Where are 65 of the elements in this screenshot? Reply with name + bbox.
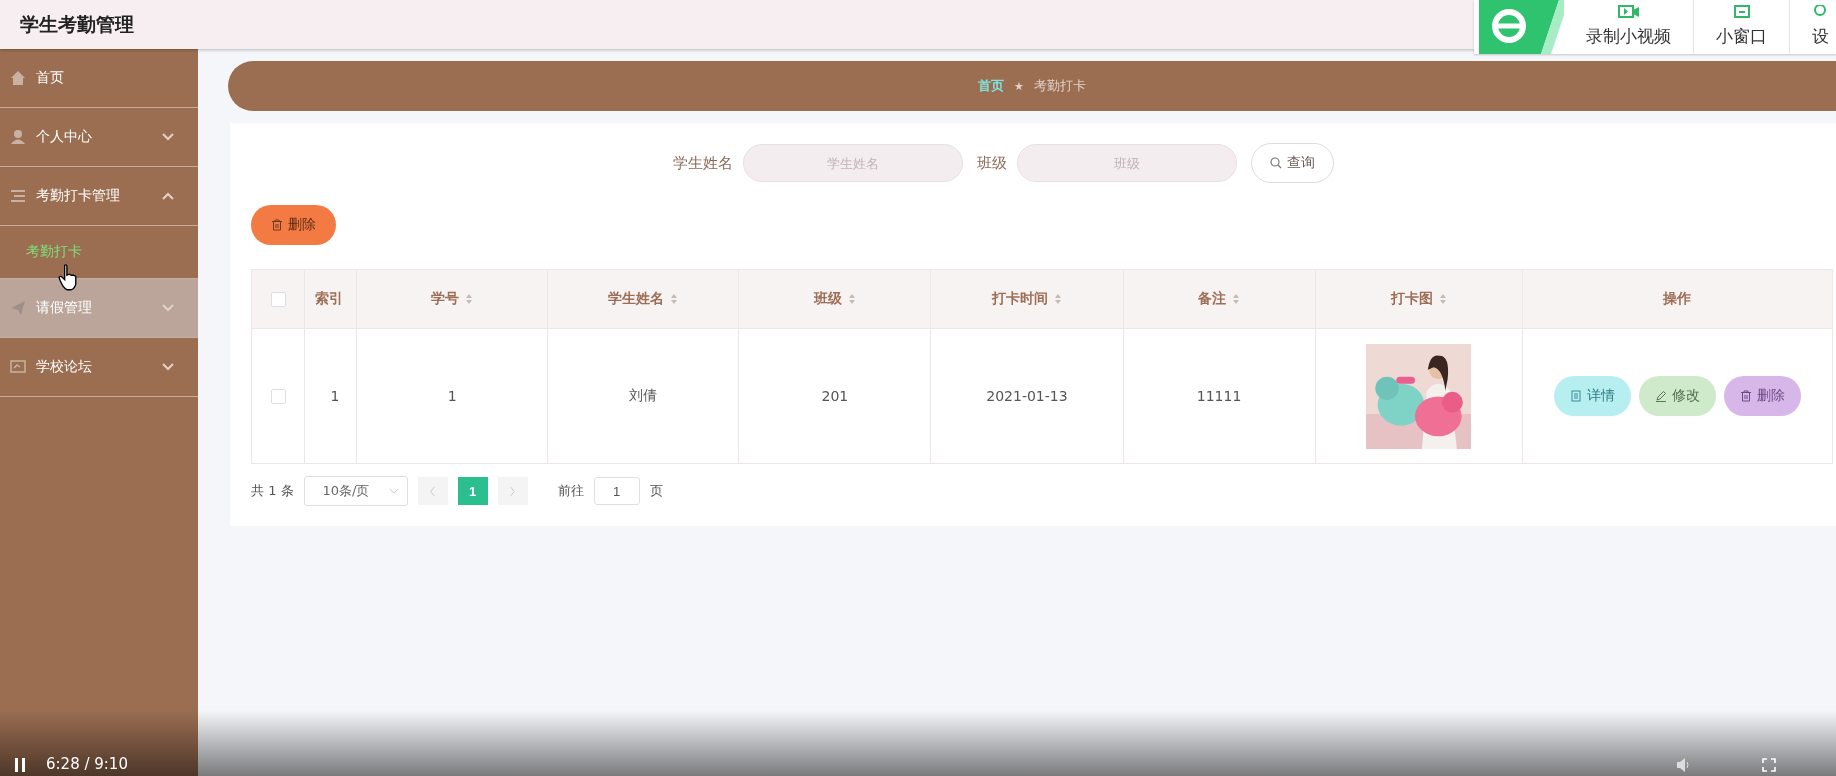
search-icon — [1270, 157, 1282, 169]
document-icon — [1569, 390, 1582, 402]
total-count: 共 1 条 — [251, 482, 294, 500]
home-icon — [10, 70, 26, 86]
column-header[interactable]: 学号 — [356, 269, 548, 329]
sort-icon — [1438, 293, 1447, 305]
menu-item[interactable]: 首页 — [0, 49, 198, 108]
user-icon — [10, 129, 26, 145]
paper-plane-icon — [10, 300, 26, 316]
column-header[interactable]: 索引 — [304, 269, 357, 329]
table-cell: 1 — [356, 328, 548, 464]
table-cell: 刘倩 — [547, 328, 739, 464]
column-header[interactable]: 打卡时间 — [930, 269, 1123, 329]
select-all-checkbox[interactable] — [270, 292, 286, 308]
list-icon — [10, 188, 26, 204]
video-camera-icon — [1616, 5, 1641, 19]
goto-label: 前往 — [557, 482, 584, 500]
chevron-down-icon — [388, 487, 399, 495]
search-field[interactable]: 班级 — [1017, 144, 1237, 182]
video-time: 6:28 / 9:10 — [46, 756, 128, 772]
column-header[interactable]: 班级 — [738, 269, 931, 329]
field-label: 学生姓名 — [673, 153, 733, 173]
chevron-left-icon — [429, 485, 437, 497]
menu-item[interactable]: 考勤打卡管理 — [0, 167, 198, 226]
edit-button[interactable]: 修改 — [1638, 376, 1716, 416]
menu-item[interactable]: 个人中心 — [0, 108, 198, 167]
trash-icon — [271, 219, 283, 231]
speaker-icon[interactable] — [1676, 758, 1692, 772]
field-label: 班级 — [977, 153, 1007, 173]
delete-button[interactable]: 删除 — [1723, 376, 1801, 416]
app-title: 学生考勤管理 — [20, 11, 134, 37]
breadcrumb-separator: ★ — [1014, 79, 1024, 93]
pause-icon[interactable] — [14, 758, 26, 772]
sort-icon — [1232, 293, 1241, 305]
sort-icon — [465, 293, 474, 305]
column-header[interactable]: 学生姓名 — [547, 269, 739, 329]
toolbar-button[interactable]: 录制小视频 — [1564, 0, 1694, 54]
page-size-select[interactable]: 10条/页 — [303, 476, 408, 506]
page-suffix: 页 — [649, 482, 663, 500]
column-header[interactable]: 备注 — [1123, 269, 1316, 329]
breadcrumb-link[interactable]: 考勤打卡 — [1033, 77, 1086, 95]
column-header[interactable]: 打卡图 — [1315, 269, 1523, 329]
table-cell: 11111 — [1123, 328, 1316, 464]
toolbar-button[interactable]: 设 — [1790, 0, 1836, 54]
page-button[interactable]: 1 — [457, 477, 488, 505]
search-button[interactable]: 查询 — [1251, 143, 1334, 183]
table-cell: 1 — [304, 328, 357, 464]
details-button[interactable]: 详情 — [1553, 376, 1631, 416]
table-cell: 201 — [738, 328, 931, 464]
sort-icon — [670, 293, 679, 305]
sort-icon — [1053, 293, 1062, 305]
row-checkbox[interactable] — [270, 389, 286, 405]
toolbar-button[interactable]: 小窗口 — [1694, 0, 1790, 54]
menu-item[interactable]: 学校论坛 — [0, 338, 198, 397]
page-input[interactable]: 1 — [593, 477, 640, 505]
chevron-right-icon — [509, 485, 517, 497]
pencil-icon — [1654, 390, 1667, 402]
delete-button[interactable]: 删除 — [251, 205, 336, 245]
sort-icon — [847, 293, 856, 305]
column-header[interactable]: 操作 — [1522, 269, 1833, 329]
breadcrumb-link[interactable]: 首页 — [978, 77, 1005, 95]
fullscreen-icon[interactable] — [1762, 758, 1776, 772]
trash-icon — [1739, 390, 1752, 402]
hand-cursor-icon — [58, 264, 78, 291]
table-cell: 2021-01-13 — [930, 328, 1123, 464]
